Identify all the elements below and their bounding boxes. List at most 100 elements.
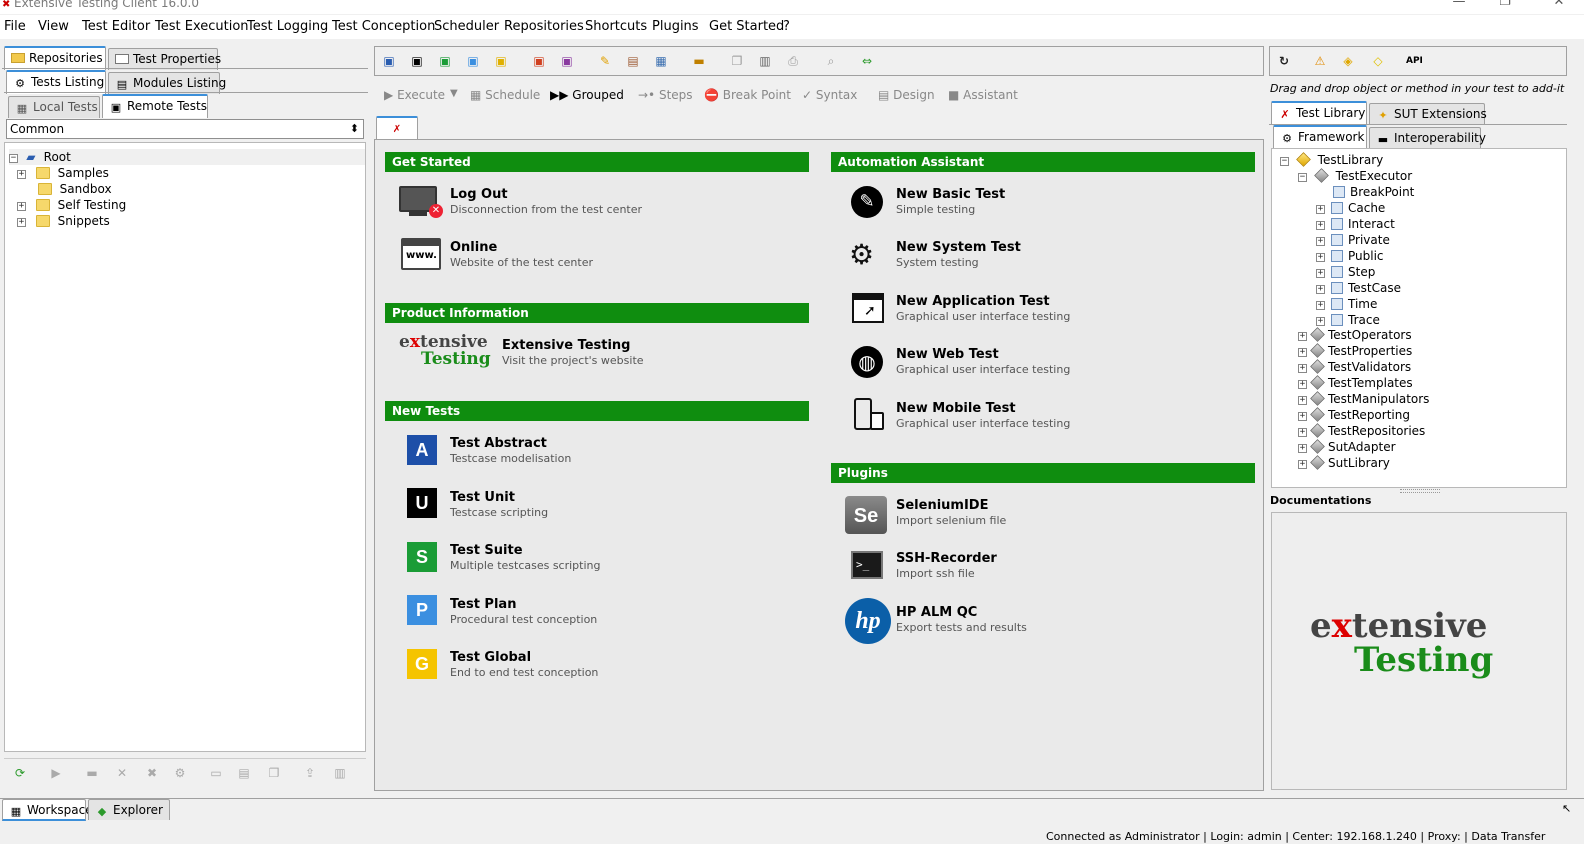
maximize-button[interactable]: ❐ — [1482, 0, 1528, 12]
menu-view[interactable]: View — [38, 19, 69, 34]
expand-icon[interactable]: + — [1298, 332, 1307, 341]
extensive-testing-link[interactable]: Extensive Testing — [502, 338, 631, 353]
test-unit-link[interactable]: Test Unit — [450, 490, 515, 505]
new-library-icon[interactable]: ▤ — [625, 53, 641, 69]
expand-icon[interactable]: + — [1316, 237, 1325, 246]
expand-icon[interactable]: + — [1298, 348, 1307, 357]
save-icon[interactable]: ▥ — [757, 53, 773, 69]
menu-scheduler[interactable]: Scheduler — [434, 19, 499, 34]
tab-local-tests[interactable]: ▦ Local Tests — [8, 96, 100, 118]
expand-icon[interactable]: + — [1316, 301, 1325, 310]
break-point-button[interactable]: ⛔ Break Point — [704, 88, 791, 102]
tab-test-properties[interactable]: Test Properties — [108, 48, 221, 70]
new-test-unit-icon[interactable]: ▣ — [409, 53, 425, 69]
project-select[interactable]: Common ⬍ — [6, 119, 364, 139]
www-icon[interactable]: www. — [401, 238, 441, 270]
tab-repositories[interactable]: Repositories — [4, 46, 106, 70]
new-application-test-link[interactable]: New Application Test — [896, 294, 1050, 309]
test-global-icon[interactable]: G — [407, 649, 437, 679]
tree-row-executor-child[interactable]: + Private — [1316, 232, 1390, 248]
test-plan-icon[interactable]: P — [407, 595, 437, 625]
new-test-abstract-icon[interactable]: ▣ — [381, 53, 397, 69]
logout-icon[interactable]: ✕ — [399, 184, 443, 220]
tree-row-library[interactable]: + TestManipulators — [1298, 391, 1429, 407]
tree-row-executor-child[interactable]: + TestCase — [1316, 280, 1401, 296]
save-all-icon[interactable]: ❐ — [729, 53, 745, 69]
expand-icon[interactable]: + — [1316, 317, 1325, 326]
rename-icon[interactable]: ▭ — [208, 765, 224, 781]
new-test-global-icon[interactable]: ▣ — [493, 53, 509, 69]
refresh-icon[interactable]: ⟳ — [12, 765, 28, 781]
test-abstract-link[interactable]: Test Abstract — [450, 436, 547, 451]
gears-icon[interactable]: ⚙ — [849, 238, 889, 272]
api-button[interactable]: API — [1406, 56, 1423, 66]
tree-row-library[interactable]: + TestOperators — [1298, 327, 1412, 343]
tree-row-library[interactable]: + TestRepositories — [1298, 423, 1425, 439]
menu-test-editor[interactable]: Test Editor — [82, 19, 150, 34]
execute-button[interactable]: ▶ Execute — [384, 88, 445, 102]
tab-remote-tests[interactable]: ▣ Remote Tests — [102, 94, 208, 118]
expand-icon[interactable]: + — [1316, 221, 1325, 230]
tab-workspace[interactable]: ▦ Workspace — [2, 799, 93, 821]
menu-shortcuts[interactable]: Shortcuts — [585, 19, 647, 34]
execute-dropdown-icon[interactable]: ▼ — [450, 88, 458, 99]
export-icon[interactable]: ▥ — [332, 765, 348, 781]
test-plan-link[interactable]: Test Plan — [450, 597, 516, 612]
collapse-icon[interactable]: − — [1298, 173, 1307, 182]
tree-row-library[interactable]: + TestProperties — [1298, 343, 1412, 359]
tab-modules-listing[interactable]: ▤ Modules Listing — [108, 72, 226, 94]
tree-row-sandbox[interactable]: Sandbox — [17, 181, 112, 197]
test-suite-link[interactable]: Test Suite — [450, 543, 523, 558]
print-icon[interactable]: ⎙ — [785, 53, 801, 69]
new-test-suite-icon[interactable]: ▣ — [437, 53, 453, 69]
expand-icon[interactable]: + — [1298, 380, 1307, 389]
new-web-test-link[interactable]: New Web Test — [896, 347, 999, 362]
expand-icon[interactable]: + — [1316, 253, 1325, 262]
minimize-button[interactable]: — — [1436, 0, 1482, 12]
expand-icon[interactable]: + — [1298, 364, 1307, 373]
import-icon[interactable]: ⇪ — [302, 765, 318, 781]
new-test-config-icon[interactable]: ▣ — [531, 53, 547, 69]
open-folder-icon[interactable]: ▬ — [691, 53, 707, 69]
collapse-icon[interactable]: − — [1280, 157, 1289, 166]
application-window-icon[interactable]: ➚ — [852, 293, 884, 323]
expand-icon[interactable]: + — [17, 218, 26, 227]
tab-explorer[interactable]: ◆ Explorer — [88, 799, 170, 820]
tab-framework[interactable]: ⚙ Framework — [1273, 125, 1367, 149]
tree-row-library[interactable]: + TestTemplates — [1298, 375, 1413, 391]
tree-row-executor-child[interactable]: + Public — [1316, 248, 1384, 264]
test-global-link[interactable]: Test Global — [450, 650, 531, 665]
expand-icon[interactable]: + — [17, 202, 26, 211]
settings-icon[interactable]: ⚙ — [172, 765, 188, 781]
menu-get-started[interactable]: Get Started — [709, 19, 784, 34]
menu-test-conception[interactable]: Test Conception — [332, 19, 435, 34]
new-txt-icon[interactable]: ▦ — [653, 53, 669, 69]
warning-icon[interactable]: ⚠ — [1312, 53, 1328, 69]
delete-folder-icon[interactable]: ✕ — [114, 765, 130, 781]
terminal-icon[interactable]: >_ — [851, 551, 883, 579]
grouped-button[interactable]: ▶▶ Grouped — [550, 88, 624, 102]
delete-file-icon[interactable]: ✖ — [144, 765, 160, 781]
tree-row-executor-child[interactable]: + Time — [1316, 296, 1377, 312]
tree-row-library[interactable]: + TestValidators — [1298, 359, 1411, 375]
tree-row-library[interactable]: + SutAdapter — [1298, 439, 1396, 455]
expand-icon[interactable]: + — [1316, 205, 1325, 214]
tree-row-executor-child[interactable]: + Trace — [1316, 312, 1380, 328]
selenium-icon[interactable]: Se — [845, 496, 887, 534]
syntax-button[interactable]: ✓ Syntax — [802, 88, 857, 102]
extensive-testing-logo[interactable]: extensive Testing — [399, 334, 495, 370]
menu-help[interactable]: ? — [783, 19, 790, 34]
tree-row-executor-child[interactable]: + Step — [1316, 264, 1375, 280]
new-system-test-link[interactable]: New System Test — [896, 240, 1021, 255]
tree-row-library[interactable]: + SutLibrary — [1298, 455, 1390, 471]
expand-icon[interactable]: + — [1298, 460, 1307, 469]
pencil-icon[interactable]: ✎ — [851, 186, 883, 218]
ssh-recorder-link[interactable]: SSH-Recorder — [896, 551, 997, 566]
test-suite-icon[interactable]: S — [407, 542, 437, 572]
move-icon[interactable]: ▤ — [236, 765, 252, 781]
new-adapter-icon[interactable]: ✎ — [597, 53, 613, 69]
tab-welcome[interactable]: ✗ — [376, 116, 418, 140]
new-test-data-icon[interactable]: ▣ — [559, 53, 575, 69]
hp-logo-icon[interactable]: hp — [845, 598, 891, 644]
tree-row-snippets[interactable]: + Snippets — [17, 213, 110, 229]
